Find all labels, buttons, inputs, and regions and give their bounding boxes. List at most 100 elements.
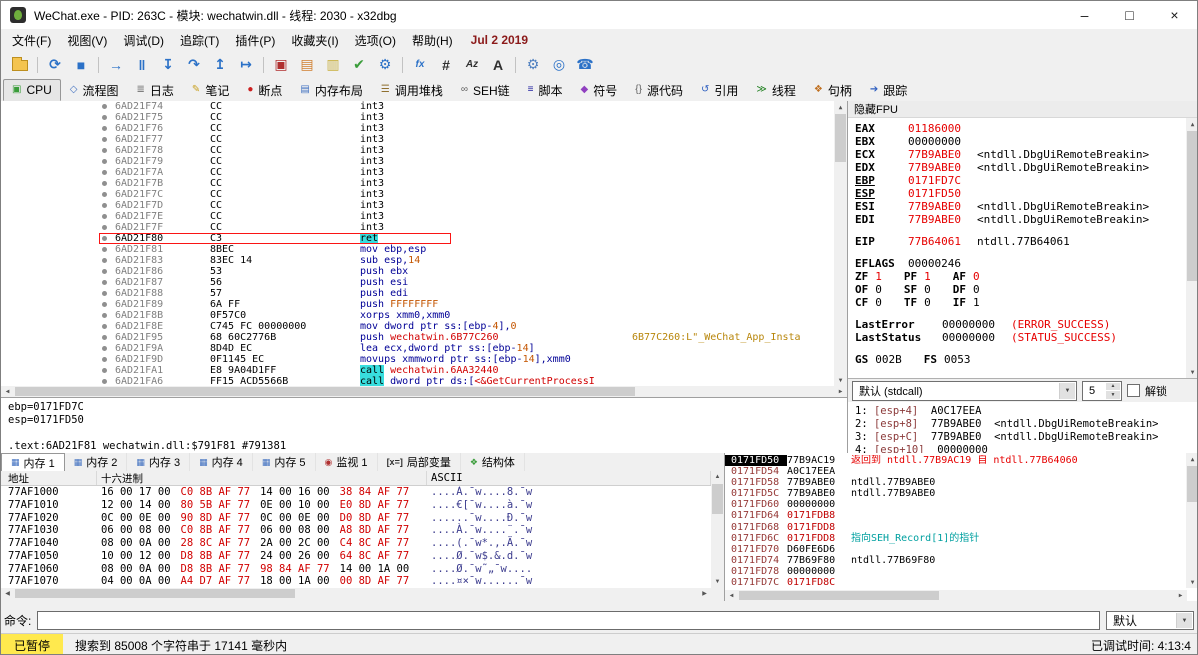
minimize-button[interactable]: – bbox=[1062, 1, 1107, 29]
bottom-tab-dump-1[interactable]: ▦内存 1 bbox=[1, 453, 65, 471]
disasm-row-6AD21F7E[interactable]: 6AD21F7ECCint3 bbox=[1, 211, 834, 222]
breakpoint-gutter[interactable] bbox=[1, 123, 115, 134]
disasm-row-6AD21FA6[interactable]: 6AD21FA6FF15 ACD5566Bcall dword ptr ds:[… bbox=[1, 376, 834, 386]
arg-count-spinner[interactable]: 5 ▲▼ bbox=[1082, 381, 1122, 401]
register-ESI[interactable]: ESI77B9ABE0<ntdll.DbgUiRemoteBreakin> bbox=[855, 200, 1186, 213]
menu-item-view[interactable]: 视图(V) bbox=[59, 29, 115, 52]
breakpoint-gutter[interactable] bbox=[1, 321, 115, 332]
registers-vscrollbar[interactable]: ▲ ▼ bbox=[1186, 118, 1198, 378]
breakpoint-gutter[interactable] bbox=[1, 134, 115, 145]
scroll-down-button[interactable]: ▼ bbox=[834, 374, 847, 386]
tab-graph[interactable]: ◇流程图 bbox=[61, 79, 128, 101]
stack-row-0171FD58[interactable]: 0171FD5877B9ABE0ntdll.77B9ABE0 bbox=[725, 477, 1186, 488]
open-file-icon[interactable] bbox=[9, 54, 31, 76]
patches-icon[interactable]: ▣ bbox=[270, 54, 292, 76]
font-icon[interactable]: A bbox=[487, 54, 509, 76]
tab-call-stack[interactable]: ☰调用堆栈 bbox=[372, 79, 452, 101]
register-EBX[interactable]: EBX00000000 bbox=[855, 135, 1186, 148]
breakpoint-gutter[interactable] bbox=[1, 112, 115, 123]
stack-row-0171FD68[interactable]: 0171FD680171FDD8 bbox=[725, 522, 1186, 533]
close-button[interactable]: × bbox=[1152, 1, 1197, 29]
bottom-tab-watch-1[interactable]: ◉监视 1 bbox=[316, 453, 378, 471]
stack-row-0171FD70[interactable]: 0171FD70D60FE6D6 bbox=[725, 544, 1186, 555]
disasm-row-6AD21F78[interactable]: 6AD21F78CCint3 bbox=[1, 145, 834, 156]
scroll-left-button[interactable]: ◀ bbox=[1, 386, 14, 397]
scroll-left-button[interactable]: ◀ bbox=[1, 588, 14, 599]
scroll-up-button[interactable]: ▲ bbox=[1186, 453, 1198, 465]
tab-trace[interactable]: ➔跟踪 bbox=[861, 79, 916, 101]
disasm-row-6AD21F76[interactable]: 6AD21F76CCint3 bbox=[1, 123, 834, 134]
menu-item-favourites[interactable]: 收藏夹(I) bbox=[283, 29, 346, 52]
breakpoint-gutter[interactable] bbox=[1, 189, 115, 200]
pause-icon[interactable]: ‖ bbox=[131, 54, 153, 76]
labels-icon[interactable]: ▥ bbox=[322, 54, 344, 76]
scroll-up-button[interactable]: ▲ bbox=[1186, 118, 1198, 130]
disasm-row-6AD21F77[interactable]: 6AD21F77CCint3 bbox=[1, 134, 834, 145]
tab-references[interactable]: ↺引用 bbox=[692, 79, 747, 101]
disasm-row-6AD21F79[interactable]: 6AD21F79CCint3 bbox=[1, 156, 834, 167]
dump-vscrollbar[interactable]: ▲ ▼ bbox=[711, 471, 724, 588]
arg-row-2[interactable]: 2: [esp+8] 77B9ABE0 <ntdll.DbgUiRemoteBr… bbox=[855, 418, 1198, 431]
breakpoint-gutter[interactable] bbox=[1, 288, 115, 299]
tab-symbols[interactable]: ◆符号 bbox=[572, 79, 627, 101]
scroll-down-button[interactable]: ▼ bbox=[1186, 366, 1198, 378]
disasm-row-6AD21F7F[interactable]: 6AD21F7FCCint3 bbox=[1, 222, 834, 233]
unlock-checkbox[interactable] bbox=[1127, 384, 1140, 397]
dump-row-77AF1070[interactable]: 77AF107004 00 0A 00A4 D7 AF 7718 00 1A 0… bbox=[1, 575, 711, 588]
menu-item-options[interactable]: 选项(O) bbox=[347, 29, 404, 52]
scroll-thumb[interactable] bbox=[712, 484, 723, 514]
menu-item-help[interactable]: 帮助(H) bbox=[404, 29, 461, 52]
breakpoint-gutter[interactable] bbox=[1, 376, 115, 386]
flags-row[interactable]: ZF1PF1AF0 bbox=[855, 270, 1186, 283]
breakpoint-gutter[interactable] bbox=[1, 310, 115, 321]
register-EIP[interactable]: EIP77B64061ntdll.77B64061 bbox=[855, 235, 1186, 248]
dump-row-77AF1050[interactable]: 77AF105010 00 12 00D8 8B AF 7724 00 26 0… bbox=[1, 550, 711, 563]
disasm-hscrollbar[interactable]: ◀ ▶ bbox=[1, 386, 847, 397]
flags-row[interactable]: OF0SF0DF0 bbox=[855, 283, 1186, 296]
disasm-row-6AD21F7C[interactable]: 6AD21F7CCCint3 bbox=[1, 189, 834, 200]
tab-threads[interactable]: ≫线程 bbox=[747, 79, 804, 101]
disasm-row-6AD21F7A[interactable]: 6AD21F7ACCint3 bbox=[1, 167, 834, 178]
command-profile-select[interactable]: 默认 ▼ bbox=[1106, 611, 1194, 630]
breakpoint-gutter[interactable] bbox=[1, 343, 115, 354]
arg-row-1[interactable]: 1: [esp+4] A0C17EEA bbox=[855, 405, 1198, 418]
run-to-return-icon[interactable]: ↦ bbox=[235, 54, 257, 76]
bottom-tab-dump-5[interactable]: ▦内存 5 bbox=[253, 453, 316, 471]
stack-row-0171FD54[interactable]: 0171FD54A0C17EEA bbox=[725, 466, 1186, 477]
disasm-row-6AD21F9D[interactable]: 6AD21F9D0F1145 ECmovups xmmword ptr ss:[… bbox=[1, 354, 834, 365]
search-icon[interactable]: ◎ bbox=[548, 54, 570, 76]
disasm-row-6AD21F81[interactable]: 6AD21F818BECmov ebp,esp bbox=[1, 244, 834, 255]
breakpoint-gutter[interactable] bbox=[1, 101, 115, 112]
bottom-tab-struct[interactable]: ❖结构体 bbox=[461, 453, 525, 471]
scroll-down-button[interactable]: ▼ bbox=[1186, 576, 1198, 588]
breakpoint-gutter[interactable] bbox=[1, 332, 115, 343]
dump-row-77AF1030[interactable]: 77AF103006 00 08 00C0 8B AF 7706 00 08 0… bbox=[1, 524, 711, 537]
bottom-tab-locals[interactable]: [x=]局部变量 bbox=[378, 453, 461, 471]
disasm-row-6AD21F80[interactable]: 6AD21F80C3ret bbox=[1, 233, 834, 244]
bottom-tab-dump-3[interactable]: ▦内存 3 bbox=[127, 453, 190, 471]
scroll-right-button[interactable]: ▶ bbox=[1174, 590, 1187, 601]
restart-icon[interactable]: ⟳ bbox=[44, 54, 66, 76]
breakpoint-gutter[interactable] bbox=[1, 211, 115, 222]
breakpoint-gutter[interactable] bbox=[1, 200, 115, 211]
disasm-row-6AD21F7B[interactable]: 6AD21F7BCCint3 bbox=[1, 178, 834, 189]
menu-item-trace[interactable]: 追踪(T) bbox=[172, 29, 227, 52]
hash-icon[interactable]: # bbox=[435, 54, 457, 76]
breakpoint-gutter[interactable] bbox=[1, 277, 115, 288]
disasm-row-6AD21F9A[interactable]: 6AD21F9A8D4D EClea ecx,dword ptr ss:[ebp… bbox=[1, 343, 834, 354]
disasm-row-6AD21F83[interactable]: 6AD21F8383EC 14sub esp,14 bbox=[1, 255, 834, 266]
tab-notes[interactable]: ✎笔记 bbox=[183, 79, 238, 101]
disasm-row-6AD21F86[interactable]: 6AD21F8653push ebx bbox=[1, 266, 834, 277]
checks-icon[interactable]: ✔ bbox=[348, 54, 370, 76]
tab-cpu[interactable]: ▣CPU bbox=[3, 79, 61, 101]
breakpoint-gutter[interactable] bbox=[1, 354, 115, 365]
stack-hscrollbar[interactable]: ◀ ▶ bbox=[725, 590, 1187, 601]
register-EBP[interactable]: EBP0171FD7C bbox=[855, 174, 1186, 187]
stack-row-0171FD7C[interactable]: 0171FD7C0171FD8C bbox=[725, 577, 1186, 588]
fx-icon[interactable]: fx bbox=[409, 54, 431, 76]
dump-row-77AF1010[interactable]: 77AF101012 00 14 0080 5B AF 770E 00 10 0… bbox=[1, 499, 711, 512]
bottom-tab-dump-2[interactable]: ▦内存 2 bbox=[65, 453, 128, 471]
scroll-thumb[interactable] bbox=[1187, 131, 1198, 281]
breakpoint-gutter[interactable] bbox=[1, 222, 115, 233]
scroll-thumb[interactable] bbox=[15, 387, 635, 396]
